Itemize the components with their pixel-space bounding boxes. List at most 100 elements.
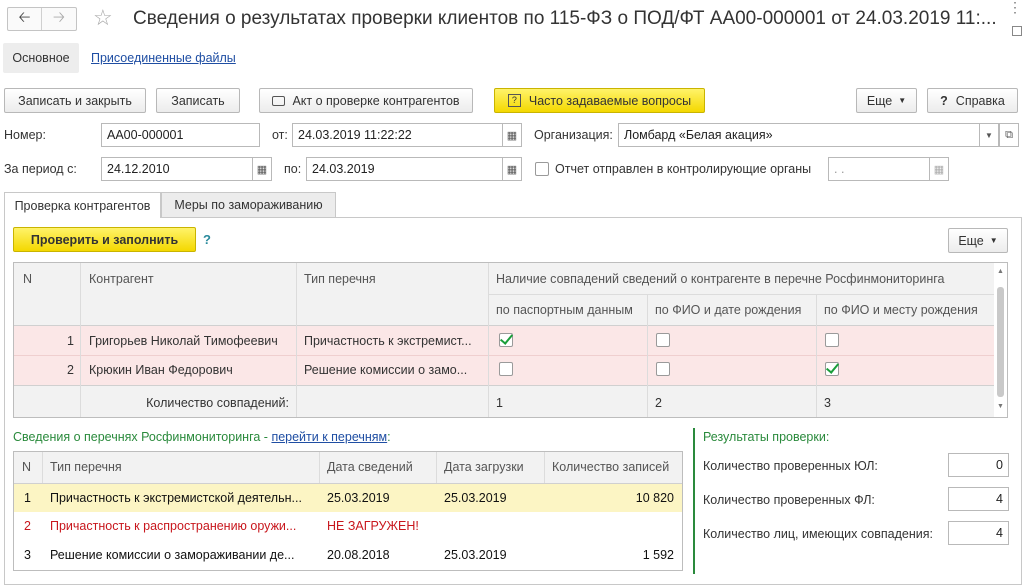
- passport-match-checkbox[interactable]: [499, 362, 513, 376]
- list-row-count: 10 820: [635, 491, 674, 505]
- restore-window-icon[interactable]: [1012, 26, 1022, 36]
- save-button[interactable]: Записать: [156, 88, 240, 113]
- faq-button-label: Часто задаваемые вопросы: [528, 93, 692, 108]
- match-value[interactable]: 4: [948, 521, 1009, 545]
- help-button-label: Справка: [955, 93, 1005, 108]
- tab-main[interactable]: Основное: [3, 43, 79, 73]
- scroll-up-icon[interactable]: ▲: [997, 268, 1004, 275]
- lists-col-info-date-header[interactable]: Дата сведений: [327, 460, 413, 474]
- fl-label: Количество проверенных ФЛ:: [703, 493, 875, 507]
- question-icon: ?: [940, 93, 948, 108]
- org-field[interactable]: Ломбард «Белая акация»: [618, 123, 980, 147]
- calendar-icon[interactable]: ▦: [502, 123, 522, 147]
- org-label: Организация:: [534, 128, 613, 142]
- nav-buttons: 🡠 🡢: [7, 7, 77, 31]
- printer-icon: [272, 95, 286, 106]
- footer-fio-place: 3: [824, 396, 831, 410]
- tab-files[interactable]: Присоединенные файлы: [91, 51, 236, 65]
- list-row-type: Решение комиссии о замораживании де...: [50, 548, 295, 562]
- act-button[interactable]: Акт о проверке контрагентов: [259, 88, 473, 113]
- col-passport-header[interactable]: по паспортным данным: [496, 303, 633, 317]
- tab-main-label: Основное: [12, 51, 70, 65]
- chevron-down-icon: ▼: [989, 236, 998, 245]
- fio-birth-match-checkbox[interactable]: [656, 362, 670, 376]
- check-fill-button[interactable]: Проверить и заполнить: [13, 227, 196, 252]
- report-sent-checkbox[interactable]: [535, 162, 549, 176]
- act-button-label: Акт о проверке контрагентов: [292, 93, 460, 108]
- grid-more-label: Еще: [958, 233, 984, 248]
- row-name: Григорьев Николай Тимофеевич: [89, 334, 278, 348]
- open-icon[interactable]: ⧉: [999, 123, 1019, 147]
- lists-link[interactable]: перейти к перечням: [271, 430, 387, 444]
- lists-col-type-header[interactable]: Тип перечня: [50, 460, 122, 474]
- dropdown-icon[interactable]: ▼: [979, 123, 999, 147]
- results-title: Результаты проверки:: [703, 430, 830, 444]
- scroll-down-icon[interactable]: ▼: [997, 403, 1004, 410]
- help-box-icon: ?: [507, 94, 521, 107]
- grid-more-button[interactable]: Еще ▼: [948, 228, 1008, 253]
- fio-place-match-checkbox[interactable]: [825, 362, 839, 376]
- chevron-down-icon: ▼: [898, 96, 907, 105]
- more-button-label: Еще: [866, 93, 893, 108]
- row-type: Причастность к экстремист...: [304, 334, 472, 348]
- report-sent-date[interactable]: . .: [828, 157, 930, 181]
- lists-col-n-header[interactable]: N: [22, 460, 31, 474]
- lists-col-count-header[interactable]: Количество записей: [552, 460, 669, 474]
- passport-match-checkbox[interactable]: [499, 333, 513, 347]
- date-field[interactable]: 24.03.2019 11:22:22: [292, 123, 503, 147]
- help-button[interactable]: ? Справка: [927, 88, 1018, 113]
- col-counterparty-header[interactable]: Контрагент: [89, 272, 154, 286]
- list-row-type: Причастность к распространению оружи...: [50, 519, 297, 533]
- tab-freeze-measures[interactable]: Меры по замораживанию: [161, 192, 336, 217]
- calendar-icon[interactable]: ▦: [252, 157, 272, 181]
- lists-grid: N Тип перечня Дата сведений Дата загрузк…: [13, 451, 683, 571]
- window-title: Сведения о результатах проверки клиентов…: [133, 8, 997, 29]
- tab-counterparty-check[interactable]: Проверка контрагентов: [4, 192, 161, 218]
- kebab-icon[interactable]: ⋮: [1008, 0, 1022, 14]
- footer-passport: 1: [496, 396, 503, 410]
- row-name: Крюкин Иван Федорович: [89, 363, 233, 377]
- lists-col-load-date-header[interactable]: Дата загрузки: [444, 460, 524, 474]
- col-n-header[interactable]: N: [23, 272, 32, 286]
- more-button[interactable]: Еще ▼: [856, 88, 917, 113]
- save-close-button[interactable]: Записать и закрыть: [4, 88, 146, 113]
- period-label: За период с:: [4, 162, 77, 176]
- list-row-n: 1: [24, 491, 31, 505]
- tab-freeze-measures-label: Меры по замораживанию: [174, 198, 323, 212]
- list-row-info-date: НЕ ЗАГРУЖЕН!: [327, 519, 419, 533]
- fio-place-match-checkbox[interactable]: [825, 333, 839, 347]
- list-row-load-date: 25.03.2019: [444, 548, 507, 562]
- col-group-header: Наличие совпадений сведений о контрагент…: [496, 272, 945, 286]
- arrow-right-icon[interactable]: 🡢: [42, 8, 76, 30]
- arrow-left-icon[interactable]: 🡠: [8, 8, 42, 30]
- grid-scrollbar[interactable]: ▲ ▼: [994, 263, 1007, 417]
- list-row-load-date: 25.03.2019: [444, 491, 507, 505]
- lists-colon: :: [387, 430, 391, 444]
- match-label: Количество лиц, имеющих совпадения:: [703, 527, 933, 541]
- list-row-n: 2: [24, 519, 31, 533]
- col-list-type-header[interactable]: Тип перечня: [304, 272, 376, 286]
- from-label: от:: [272, 128, 288, 142]
- col-fio-place-header[interactable]: по ФИО и месту рождения: [824, 303, 992, 317]
- fl-value[interactable]: 4: [948, 487, 1009, 511]
- period-from-field[interactable]: 24.12.2010: [101, 157, 253, 181]
- list-row-info-date: 20.08.2018: [327, 548, 390, 562]
- list-row-type: Причастность к экстремистской деятельн..…: [50, 491, 302, 505]
- lists-caption-text: Сведения о перечнях Росфинмониторинга -: [13, 430, 272, 444]
- number-field[interactable]: АА00-000001: [101, 123, 260, 147]
- help-mark-icon[interactable]: ?: [203, 232, 211, 247]
- ul-value[interactable]: 0: [948, 453, 1009, 477]
- row-n: 1: [67, 334, 74, 348]
- fio-birth-match-checkbox[interactable]: [656, 333, 670, 347]
- col-fio-birth-header[interactable]: по ФИО и дате рождения: [655, 303, 801, 317]
- calendar-icon[interactable]: ▦: [502, 157, 522, 181]
- scroll-thumb[interactable]: [997, 287, 1004, 397]
- tab-counterparty-check-label: Проверка контрагентов: [14, 198, 151, 213]
- calendar-icon[interactable]: ▦: [929, 157, 949, 181]
- period-to-field[interactable]: 24.03.2019: [306, 157, 503, 181]
- footer-label: Количество совпадений:: [146, 396, 289, 410]
- star-icon[interactable]: ☆: [93, 5, 113, 31]
- list-row-count: 1 592: [642, 548, 674, 562]
- faq-button[interactable]: ? Часто задаваемые вопросы: [494, 88, 705, 113]
- results-divider: [693, 428, 695, 574]
